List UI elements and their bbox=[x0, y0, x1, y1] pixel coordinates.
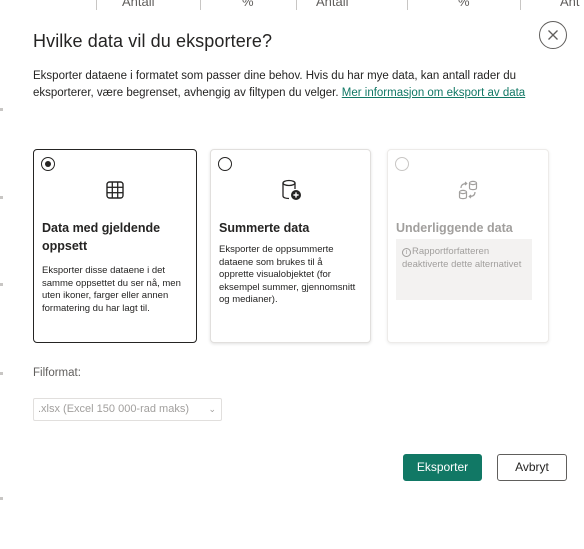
option-card-summarized[interactable]: Summerte data Eksporter de oppsummerte d… bbox=[210, 149, 371, 343]
bg-divider bbox=[407, 0, 408, 10]
dialog-description: Eksporter dataene i formatet som passer … bbox=[33, 68, 563, 101]
file-format-label: Filformat: bbox=[33, 367, 81, 379]
radio-current-layout[interactable] bbox=[41, 157, 55, 171]
close-icon bbox=[548, 30, 558, 40]
close-button[interactable] bbox=[539, 21, 567, 49]
bg-header-cell: % bbox=[458, 0, 470, 9]
bg-header-cell: Antall bbox=[122, 0, 155, 9]
bg-divider bbox=[96, 0, 97, 10]
option-card-underlying: Underliggende data i Rapportforfatteren d… bbox=[387, 149, 549, 343]
bg-edge-mark bbox=[0, 108, 3, 111]
table-grid-icon bbox=[106, 181, 124, 199]
bg-divider bbox=[200, 0, 201, 10]
database-add-icon bbox=[281, 179, 301, 200]
bg-edge-mark bbox=[0, 372, 3, 375]
file-format-value: .xlsx (Excel 150 000-rad maks) bbox=[38, 403, 189, 415]
bg-edge-mark bbox=[0, 283, 3, 286]
cancel-button[interactable]: Avbryt bbox=[497, 454, 567, 481]
chevron-down-icon: ⌄ bbox=[208, 404, 216, 414]
database-sync-icon bbox=[458, 180, 478, 200]
background-table-header: Antall % Antall % Ant bbox=[0, 0, 584, 12]
dialog-title: Hvilke data vil du eksportere? bbox=[33, 31, 273, 51]
bg-header-cell: % bbox=[242, 0, 254, 9]
bg-edge-mark bbox=[0, 497, 3, 500]
radio-summarized[interactable] bbox=[218, 157, 232, 171]
option-title: Underliggende data bbox=[396, 221, 513, 235]
option-card-current-layout[interactable]: Data med gjeldende oppsett Eksporter dis… bbox=[33, 149, 197, 343]
export-button[interactable]: Eksporter bbox=[403, 454, 482, 481]
option-title: Summerte data bbox=[219, 221, 310, 235]
bg-divider bbox=[520, 0, 521, 10]
notice-text: Rapportforfatteren deaktiverte dette alt… bbox=[402, 246, 522, 270]
option-text: Eksporter de oppsummerte dataene som bru… bbox=[219, 244, 356, 305]
disabled-notice: i Rapportforfatteren deaktiverte dette al… bbox=[396, 239, 532, 300]
option-text: Eksporter disse dataene i det samme opps… bbox=[42, 265, 181, 314]
bg-divider bbox=[296, 0, 297, 10]
info-icon: i bbox=[402, 248, 411, 257]
bg-header-cell: Ant bbox=[560, 0, 580, 9]
bg-header-cell: Antall bbox=[316, 0, 349, 9]
file-format-dropdown[interactable]: .xlsx (Excel 150 000-rad maks) ⌄ bbox=[33, 398, 222, 421]
learn-more-link[interactable]: Mer informasjon om eksport av data bbox=[342, 87, 525, 99]
option-title: Data med gjeldende oppsett bbox=[42, 221, 161, 253]
radio-underlying bbox=[395, 157, 409, 171]
bg-edge-mark bbox=[0, 196, 3, 199]
